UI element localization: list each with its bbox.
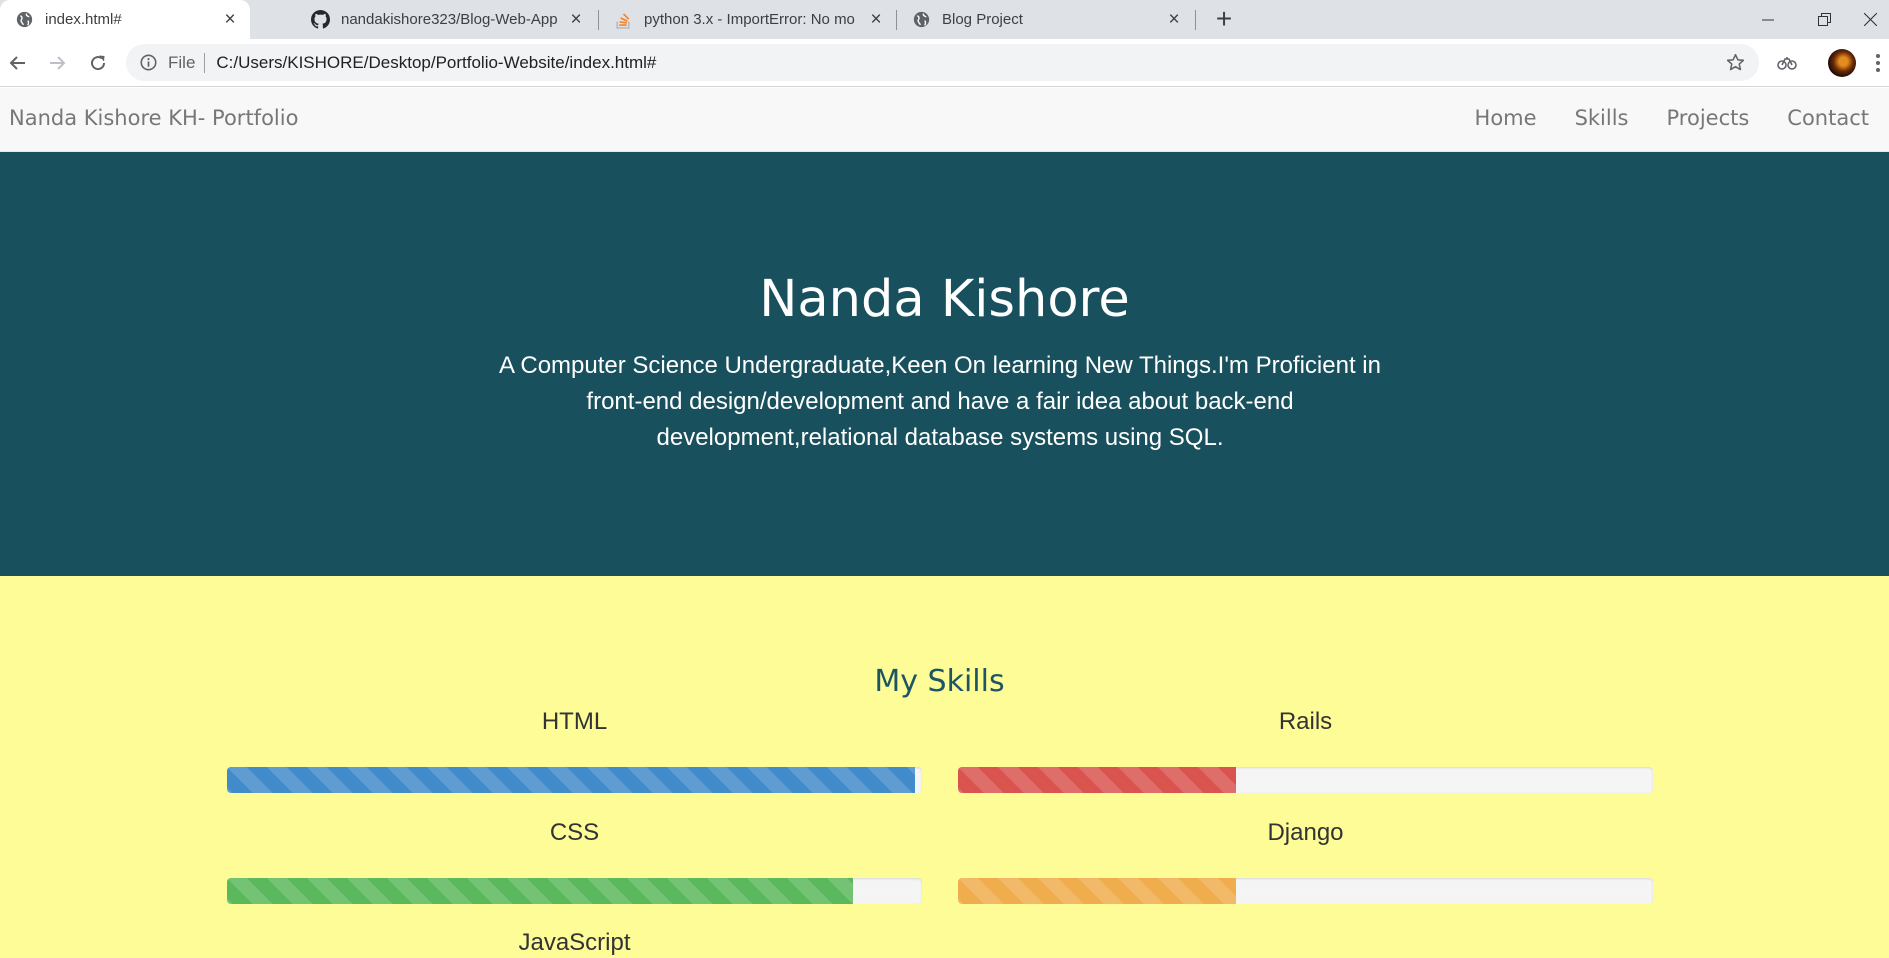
skills-section: My Skills HTML Rails CSS Django JavaScri…	[0, 576, 1889, 958]
skill-label: JavaScript	[518, 929, 631, 956]
profile-avatar[interactable]	[1828, 49, 1856, 77]
skill-progress-track	[227, 767, 922, 793]
browser-tab-strip: index.html# × nandakishore323/Blog-Web-A…	[0, 0, 1889, 39]
close-tab-icon[interactable]: ×	[566, 9, 586, 30]
tab-title: Blog Project	[942, 11, 1023, 28]
extension-icon[interactable]	[1774, 51, 1800, 75]
address-bar[interactable]: File C:/Users/KISHORE/Desktop/Portfolio-…	[126, 44, 1759, 81]
browser-tab-index[interactable]: index.html# ×	[0, 0, 250, 39]
skill-label: CSS	[549, 819, 600, 846]
stackoverflow-icon	[614, 10, 633, 29]
browser-tab-stackoverflow[interactable]: python 3.x - ImportError: No mo ×	[599, 0, 896, 39]
minimize-window-icon[interactable]	[1740, 0, 1796, 39]
close-tab-icon[interactable]: ×	[866, 9, 886, 30]
globe-icon	[912, 10, 931, 29]
nav-link-home[interactable]: Home	[1456, 88, 1556, 152]
tab-title: python 3.x - ImportError: No mo	[644, 11, 855, 28]
skill-html: HTML	[227, 707, 922, 793]
skill-progress-track	[958, 878, 1653, 904]
reload-icon[interactable]	[86, 51, 110, 75]
skill-rails: Rails	[958, 707, 1653, 793]
url-text[interactable]: C:/Users/KISHORE/Desktop/Portfolio-Websi…	[216, 53, 1723, 73]
site-nav-links: Home Skills Projects Contact	[1456, 88, 1889, 152]
info-icon[interactable]	[138, 53, 158, 73]
site-brand[interactable]: Nanda Kishore KH- Portfolio	[9, 106, 298, 130]
skill-progress-fill	[958, 878, 1236, 904]
tab-title: index.html#	[45, 11, 122, 28]
skill-css: CSS	[227, 818, 922, 904]
restore-window-icon[interactable]	[1796, 0, 1852, 39]
close-tab-icon[interactable]: ×	[220, 9, 240, 30]
skill-label: HTML	[541, 708, 608, 735]
skill-progress-fill	[227, 878, 853, 904]
browser-tab-blog[interactable]: Blog Project ×	[897, 0, 1194, 39]
browser-menu-icon[interactable]	[1870, 51, 1886, 75]
bookmark-star-icon[interactable]	[1723, 51, 1747, 75]
skill-progress-track	[958, 767, 1653, 793]
web-page: Nanda Kishore KH- Portfolio Home Skills …	[0, 88, 1889, 958]
nav-link-contact[interactable]: Contact	[1768, 88, 1889, 152]
nav-link-skills[interactable]: Skills	[1556, 88, 1648, 152]
nav-link-projects[interactable]: Projects	[1648, 88, 1769, 152]
skills-heading: My Skills	[874, 664, 1005, 699]
tab-title: nandakishore323/Blog-Web-App	[341, 11, 558, 28]
hero-section: Nanda Kishore A Computer Science Undergr…	[0, 152, 1889, 576]
skill-progress-fill	[958, 767, 1236, 793]
site-navbar: Nanda Kishore KH- Portfolio Home Skills …	[0, 88, 1889, 152]
new-tab-button[interactable]: +	[1211, 5, 1237, 33]
skill-javascript: JavaScript	[227, 928, 922, 958]
browser-toolbar: File C:/Users/KISHORE/Desktop/Portfolio-…	[0, 39, 1889, 87]
github-icon	[311, 10, 330, 29]
close-window-icon[interactable]	[1852, 0, 1889, 39]
hero-name: Nanda Kishore	[759, 270, 1130, 329]
forward-arrow-icon[interactable]	[45, 51, 69, 75]
tab-separator	[1195, 10, 1196, 30]
scheme-label: File	[168, 52, 196, 72]
hero-bio: A Computer Science Undergraduate,Keen On…	[499, 352, 1381, 451]
skill-label: Rails	[1278, 708, 1333, 735]
close-tab-icon[interactable]: ×	[1164, 9, 1184, 30]
browser-tab-github[interactable]: nandakishore323/Blog-Web-App ×	[296, 0, 596, 39]
back-arrow-icon[interactable]	[6, 51, 30, 75]
skill-django: Django	[958, 818, 1653, 904]
skill-label: Django	[1267, 819, 1344, 846]
globe-icon	[15, 10, 34, 29]
skill-progress-track	[227, 878, 922, 904]
scheme-divider	[204, 52, 206, 73]
skill-progress-fill	[227, 767, 916, 793]
